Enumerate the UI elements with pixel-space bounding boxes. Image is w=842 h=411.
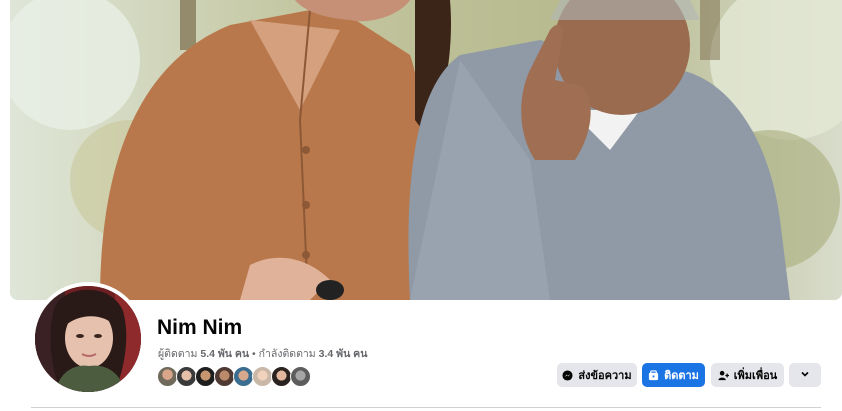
friend-avatar[interactable] <box>157 366 178 387</box>
following-count[interactable]: 3.4 พัน คน <box>319 348 368 360</box>
friend-avatar[interactable] <box>233 366 254 387</box>
follow-icon <box>648 369 659 381</box>
cover-photo-image <box>10 0 842 300</box>
friend-avatar[interactable] <box>176 366 197 387</box>
follow-button-label: ติดตาม <box>664 370 699 382</box>
profile-name: Nim Nim <box>157 316 243 339</box>
profile-picture[interactable] <box>35 286 141 392</box>
friend-avatar[interactable] <box>252 366 273 387</box>
followers-count[interactable]: 5.4 พัน คน <box>200 348 249 360</box>
add-friend-icon <box>718 370 729 381</box>
message-button-label: ส่งข้อความ <box>578 370 632 382</box>
message-button[interactable]: ส่งข้อความ <box>557 363 637 387</box>
chevron-down-icon <box>800 369 810 382</box>
friend-avatars <box>157 366 311 387</box>
followers-label[interactable]: ผู้ติดตาม <box>158 348 197 360</box>
more-options-button[interactable] <box>789 363 821 387</box>
messenger-icon <box>562 369 573 381</box>
follow-button[interactable]: ติดตาม <box>642 363 705 387</box>
cover-photo[interactable] <box>10 0 842 300</box>
profile-stats: ผู้ติดตาม 5.4 พัน คน • กำลังติดตาม 3.4 พ… <box>158 345 367 362</box>
following-label[interactable]: กำลังติดตาม <box>259 348 316 360</box>
friend-avatar[interactable] <box>214 366 235 387</box>
stats-separator: • <box>252 348 256 360</box>
add-friend-button[interactable]: เพิ่มเพื่อน <box>711 363 784 387</box>
friend-avatar[interactable] <box>290 366 311 387</box>
profile-header-divider <box>31 407 821 408</box>
friend-avatar[interactable] <box>271 366 292 387</box>
profile-picture-image <box>35 286 141 392</box>
add-friend-button-label: เพิ่มเพื่อน <box>733 370 778 382</box>
friend-avatar[interactable] <box>195 366 216 387</box>
